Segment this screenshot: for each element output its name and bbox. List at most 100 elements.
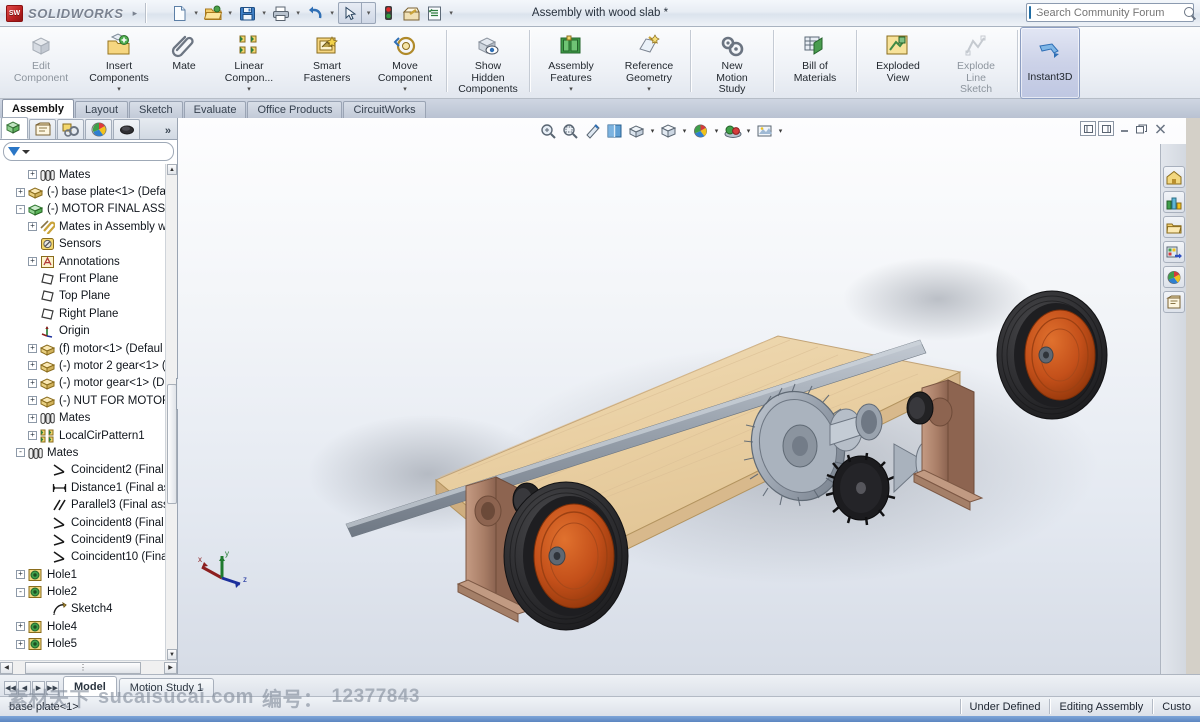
tree-collapse-toggle[interactable]: - xyxy=(16,205,25,214)
ribbon-dropdown-caret-icon[interactable]: ▾ xyxy=(117,85,121,93)
tree-item-hole5[interactable]: +Hole5 xyxy=(0,636,165,653)
appearance-caret-icon[interactable]: ▾ xyxy=(712,127,721,135)
tree-expand-toggle[interactable]: + xyxy=(28,170,37,179)
display-manager-tab[interactable] xyxy=(85,119,112,139)
library-icon[interactable] xyxy=(1163,191,1185,213)
tree-item-front-plane[interactable]: Front Plane xyxy=(0,270,165,287)
options-button[interactable] xyxy=(423,3,445,24)
print-document-button[interactable] xyxy=(270,3,292,24)
hscroll-left-arrow-icon[interactable]: ◀ xyxy=(0,662,13,674)
feature-tree[interactable]: +Mates+(-) base plate<1> (Defau-(-) MOTO… xyxy=(0,164,165,660)
hide-show-caret-icon[interactable]: ▾ xyxy=(680,127,689,135)
scene-caret-icon[interactable]: ▾ xyxy=(744,127,753,135)
feature-tree-hscrollbar[interactable]: ◀ ⋮ ▶ xyxy=(0,660,177,674)
restore-pane-right-button[interactable] xyxy=(1098,121,1114,136)
tree-item-top-plane[interactable]: Top Plane xyxy=(0,288,165,305)
zoom-fit-icon[interactable] xyxy=(538,121,559,142)
tree-item-annotations[interactable]: +Annotations xyxy=(0,253,165,270)
ribbon-instant3d[interactable]: Instant3D xyxy=(1020,27,1080,99)
home-icon[interactable] xyxy=(1163,166,1185,188)
close-window-button[interactable] xyxy=(1152,121,1168,136)
rebuild-button[interactable] xyxy=(377,3,399,24)
options-toolbox-button[interactable] xyxy=(400,3,422,24)
print-document-caret-icon[interactable]: ▾ xyxy=(293,9,303,17)
ribbon-dropdown-caret-icon[interactable]: ▾ xyxy=(247,85,251,93)
search-palette-icon[interactable] xyxy=(1163,241,1185,263)
folder-icon[interactable] xyxy=(1163,216,1185,238)
ribbon-bill-of-materials[interactable]: Bill ofMaterials xyxy=(776,27,854,97)
tree-item-hole2[interactable]: -Hole2 xyxy=(0,583,165,600)
search-input[interactable] xyxy=(1034,6,1180,20)
tree-item-motor-2-gear[interactable]: +(-) motor 2 gear<1> ( xyxy=(0,357,165,374)
tree-expand-toggle[interactable]: + xyxy=(28,257,37,266)
tab-circuitworks[interactable]: CircuitWorks xyxy=(343,101,425,118)
tree-expand-toggle[interactable]: + xyxy=(28,379,37,388)
view-settings-caret-icon[interactable]: ▾ xyxy=(776,127,785,135)
hscroll-right-arrow-icon[interactable]: ▶ xyxy=(164,662,177,674)
tree-item-motor-final-assembly[interactable]: -(-) MOTOR FINAL ASSEM xyxy=(0,201,165,218)
tree-collapse-toggle[interactable]: - xyxy=(16,588,25,597)
tree-item-origin[interactable]: Origin xyxy=(0,323,165,340)
tree-item-sketch4[interactable]: Sketch4 xyxy=(0,601,165,618)
tree-expand-toggle[interactable]: + xyxy=(16,640,25,649)
tree-item-nut-for-motor[interactable]: +(-) NUT FOR MOTOR xyxy=(0,392,165,409)
undo-caret-icon[interactable]: ▾ xyxy=(327,9,337,17)
feature-manager-tab[interactable] xyxy=(1,117,28,139)
hide-show-icon[interactable] xyxy=(658,121,679,142)
view-orientation-icon[interactable] xyxy=(604,121,625,142)
ribbon-dropdown-caret-icon[interactable]: ▾ xyxy=(569,85,573,93)
tree-expand-toggle[interactable]: + xyxy=(16,188,25,197)
bottom-tab-motion-study-1[interactable]: Motion Study 1 xyxy=(119,678,214,696)
tree-item-coincident8[interactable]: Coincident8 (Final as xyxy=(0,514,165,531)
ribbon-new-motion-study[interactable]: NewMotionStudy xyxy=(693,27,771,97)
tree-expand-toggle[interactable]: + xyxy=(28,361,37,370)
next-tab-button[interactable]: ▶ xyxy=(32,681,45,695)
filter-dropdown-icon[interactable] xyxy=(22,150,30,154)
select-tool-caret-icon[interactable]: ▾ xyxy=(362,9,375,17)
section-view-icon[interactable] xyxy=(582,121,603,142)
prev-tab-button[interactable]: ◀ xyxy=(18,681,31,695)
tree-item-mates-top[interactable]: +Mates xyxy=(0,166,165,183)
appearances-sphere-icon[interactable] xyxy=(1163,266,1185,288)
tree-expand-toggle[interactable]: + xyxy=(28,414,37,423)
configuration-manager-tab[interactable] xyxy=(57,119,84,139)
scroll-down-arrow-icon[interactable]: ▼ xyxy=(167,649,177,660)
panel-more-button[interactable]: » xyxy=(165,125,177,139)
ribbon-move-component[interactable]: MoveComponent ▾ xyxy=(366,27,444,97)
tab-evaluate[interactable]: Evaluate xyxy=(184,101,247,118)
ribbon-smart-fasteners[interactable]: SmartFasteners xyxy=(288,27,366,97)
first-tab-button[interactable]: ◀◀ xyxy=(4,681,17,695)
ribbon-edit-component[interactable]: EditComponent xyxy=(2,27,80,97)
ribbon-linear-component-pattern[interactable]: LinearCompon... ▾ xyxy=(210,27,288,97)
bottom-tab-model[interactable]: Model xyxy=(63,676,117,696)
restore-pane-left-button[interactable] xyxy=(1080,121,1096,136)
ribbon-dropdown-caret-icon[interactable]: ▾ xyxy=(647,85,651,93)
ribbon-exploded-view[interactable]: ExplodedView xyxy=(859,27,937,97)
ribbon-dropdown-caret-icon[interactable]: ▾ xyxy=(403,85,407,93)
search-icon[interactable] xyxy=(1183,6,1197,20)
tree-item-base-plate[interactable]: +(-) base plate<1> (Defau xyxy=(0,183,165,200)
ribbon-reference-geometry[interactable]: ReferenceGeometry ▾ xyxy=(610,27,688,97)
menu-expand-arrow-icon[interactable]: ▸ xyxy=(129,8,142,19)
view-settings-icon[interactable] xyxy=(754,121,775,142)
feature-tree-scrollbar[interactable]: ▲ ▼ xyxy=(165,164,177,660)
new-document-caret-icon[interactable]: ▾ xyxy=(191,9,201,17)
community-search-box[interactable] xyxy=(1026,3,1194,22)
options-caret-icon[interactable]: ▾ xyxy=(446,9,456,17)
appearance-sphere-icon[interactable] xyxy=(690,121,711,142)
display-style-caret-icon[interactable]: ▾ xyxy=(648,127,657,135)
tree-collapse-toggle[interactable]: - xyxy=(16,448,25,457)
assembly-3d-scene[interactable]: x y z xyxy=(178,144,1160,674)
zoom-area-icon[interactable] xyxy=(560,121,581,142)
tree-expand-toggle[interactable]: + xyxy=(16,622,25,631)
new-document-button[interactable] xyxy=(168,3,190,24)
tree-item-motor[interactable]: +(f) motor<1> (Defaul xyxy=(0,340,165,357)
undo-button[interactable] xyxy=(304,3,326,24)
scene-icon[interactable] xyxy=(722,121,743,142)
tab-sketch[interactable]: Sketch xyxy=(129,101,183,118)
display-style-icon[interactable] xyxy=(626,121,647,142)
tree-item-mates-sub[interactable]: +Mates xyxy=(0,409,165,426)
save-document-button[interactable] xyxy=(236,3,258,24)
tree-item-mates-group[interactable]: -Mates xyxy=(0,444,165,461)
open-document-button[interactable] xyxy=(202,3,224,24)
